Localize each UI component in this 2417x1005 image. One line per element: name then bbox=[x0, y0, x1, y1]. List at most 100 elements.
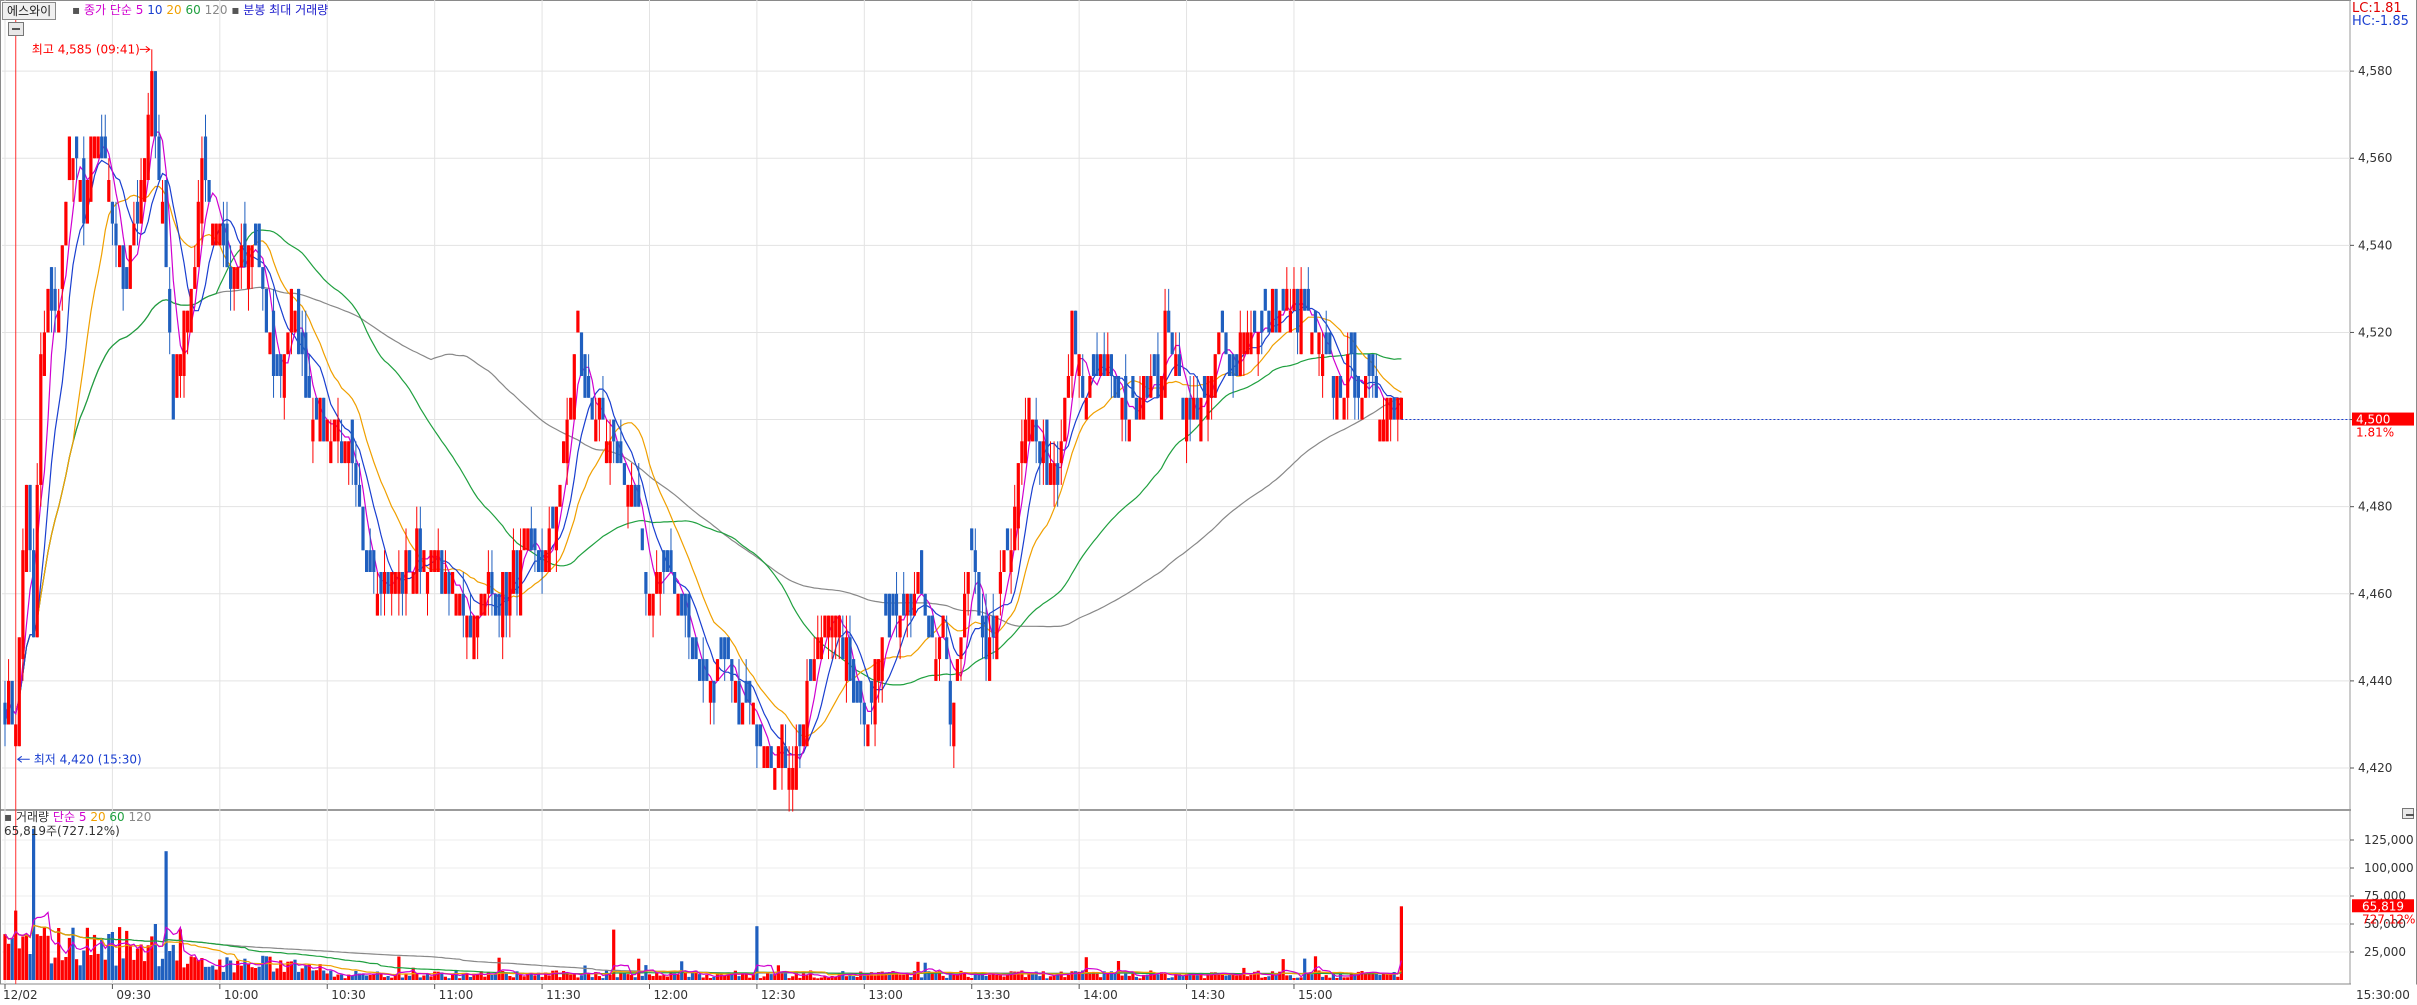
candle[interactable] bbox=[683, 593, 687, 616]
candle[interactable] bbox=[1249, 332, 1253, 355]
volume-bar[interactable] bbox=[207, 966, 211, 980]
volume-bar[interactable] bbox=[250, 967, 254, 980]
candle[interactable] bbox=[458, 593, 462, 616]
candle[interactable] bbox=[429, 550, 433, 572]
candle[interactable] bbox=[558, 484, 562, 507]
candle[interactable] bbox=[347, 441, 351, 464]
volume-bar[interactable] bbox=[254, 968, 258, 980]
volume-bar[interactable] bbox=[1360, 971, 1364, 980]
candle[interactable] bbox=[193, 267, 197, 289]
volume-bar[interactable] bbox=[1156, 974, 1160, 980]
volume-bar[interactable] bbox=[511, 977, 515, 980]
volume-bar[interactable] bbox=[400, 977, 404, 981]
volume-bar[interactable] bbox=[203, 966, 208, 980]
candle[interactable] bbox=[1009, 550, 1013, 572]
candle[interactable] bbox=[1310, 332, 1314, 355]
candle[interactable] bbox=[1091, 354, 1096, 376]
candle[interactable] bbox=[82, 158, 86, 224]
candle[interactable] bbox=[243, 223, 247, 268]
volume-bar[interactable] bbox=[1288, 975, 1292, 980]
volume-bar[interactable] bbox=[805, 975, 809, 980]
volume-bar[interactable] bbox=[826, 977, 831, 980]
candle[interactable] bbox=[71, 158, 75, 180]
candle[interactable] bbox=[89, 136, 93, 202]
candle[interactable] bbox=[307, 376, 311, 398]
candle[interactable] bbox=[869, 680, 874, 703]
candle[interactable] bbox=[10, 680, 14, 725]
candle[interactable] bbox=[690, 637, 695, 660]
volume-bar[interactable] bbox=[32, 828, 36, 980]
volume-bar[interactable] bbox=[522, 976, 526, 980]
candle[interactable] bbox=[1360, 397, 1364, 420]
volume-bar[interactable] bbox=[211, 965, 215, 981]
volume-bar[interactable] bbox=[186, 963, 190, 980]
candle[interactable] bbox=[1167, 310, 1171, 333]
candle[interactable] bbox=[1131, 376, 1135, 398]
candle[interactable] bbox=[640, 528, 644, 551]
volume-bar[interactable] bbox=[658, 975, 662, 980]
volume-bar[interactable] bbox=[114, 965, 118, 980]
candle[interactable] bbox=[515, 550, 519, 594]
candle[interactable] bbox=[866, 724, 870, 747]
volume-bar[interactable] bbox=[468, 977, 473, 980]
candle[interactable] bbox=[715, 659, 720, 681]
candle[interactable] bbox=[891, 593, 895, 616]
volume-bar[interactable] bbox=[64, 957, 68, 980]
candle[interactable] bbox=[1296, 288, 1300, 333]
candle[interactable] bbox=[404, 550, 408, 594]
candle[interactable] bbox=[415, 528, 419, 594]
candle[interactable] bbox=[168, 288, 172, 333]
volume-bar[interactable] bbox=[1074, 971, 1078, 980]
candle[interactable] bbox=[121, 245, 125, 289]
candle[interactable] bbox=[476, 615, 480, 638]
volume-bar[interactable] bbox=[579, 975, 584, 980]
volume-bar[interactable] bbox=[182, 967, 186, 980]
candle[interactable] bbox=[554, 506, 558, 551]
volume-bar[interactable] bbox=[264, 956, 268, 980]
volume-bar[interactable] bbox=[587, 973, 591, 980]
volume-bar[interactable] bbox=[547, 975, 551, 981]
ma120-legend[interactable]: 120 bbox=[205, 3, 228, 17]
candle[interactable] bbox=[565, 419, 569, 464]
volume-bar[interactable] bbox=[1245, 976, 1249, 980]
candle[interactable] bbox=[1059, 441, 1063, 464]
volume-bar[interactable] bbox=[1188, 974, 1192, 981]
volume-bar[interactable] bbox=[637, 958, 641, 980]
volume-bar[interactable] bbox=[1134, 976, 1138, 980]
volume-bar[interactable] bbox=[576, 977, 580, 980]
candle[interactable] bbox=[529, 528, 533, 551]
candle[interactable] bbox=[479, 593, 483, 616]
vol-ma60-legend[interactable]: 60 bbox=[109, 810, 124, 824]
candle[interactable] bbox=[297, 288, 301, 355]
volume-bar[interactable] bbox=[429, 976, 433, 980]
candle[interactable] bbox=[447, 572, 451, 594]
volume-bar[interactable] bbox=[1299, 977, 1303, 980]
candle[interactable] bbox=[100, 136, 104, 159]
candle[interactable] bbox=[601, 397, 605, 420]
candle[interactable] bbox=[293, 310, 297, 333]
candle[interactable] bbox=[486, 572, 490, 594]
volume-bar[interactable] bbox=[404, 973, 408, 980]
volume-bar[interactable] bbox=[744, 974, 748, 980]
candle[interactable] bbox=[837, 615, 841, 638]
candle[interactable] bbox=[945, 637, 949, 660]
candle[interactable] bbox=[1335, 376, 1339, 420]
candle[interactable] bbox=[801, 724, 806, 747]
volume-bar[interactable] bbox=[1106, 973, 1110, 980]
candle[interactable] bbox=[1245, 332, 1249, 355]
candle[interactable] bbox=[246, 245, 251, 289]
volume-bar[interactable] bbox=[200, 958, 204, 980]
candle[interactable] bbox=[42, 332, 46, 376]
volume-bar[interactable] bbox=[1328, 977, 1332, 980]
candle[interactable] bbox=[644, 572, 648, 594]
candle[interactable] bbox=[1263, 288, 1267, 311]
candle[interactable] bbox=[1066, 376, 1070, 398]
candle[interactable] bbox=[1074, 310, 1078, 355]
volume-bar[interactable] bbox=[386, 976, 390, 980]
candle[interactable] bbox=[1281, 288, 1285, 311]
candle[interactable] bbox=[304, 332, 308, 398]
candle[interactable] bbox=[687, 593, 691, 638]
candle[interactable] bbox=[229, 267, 233, 289]
candle[interactable] bbox=[733, 680, 737, 703]
volume-bar[interactable] bbox=[125, 930, 129, 980]
